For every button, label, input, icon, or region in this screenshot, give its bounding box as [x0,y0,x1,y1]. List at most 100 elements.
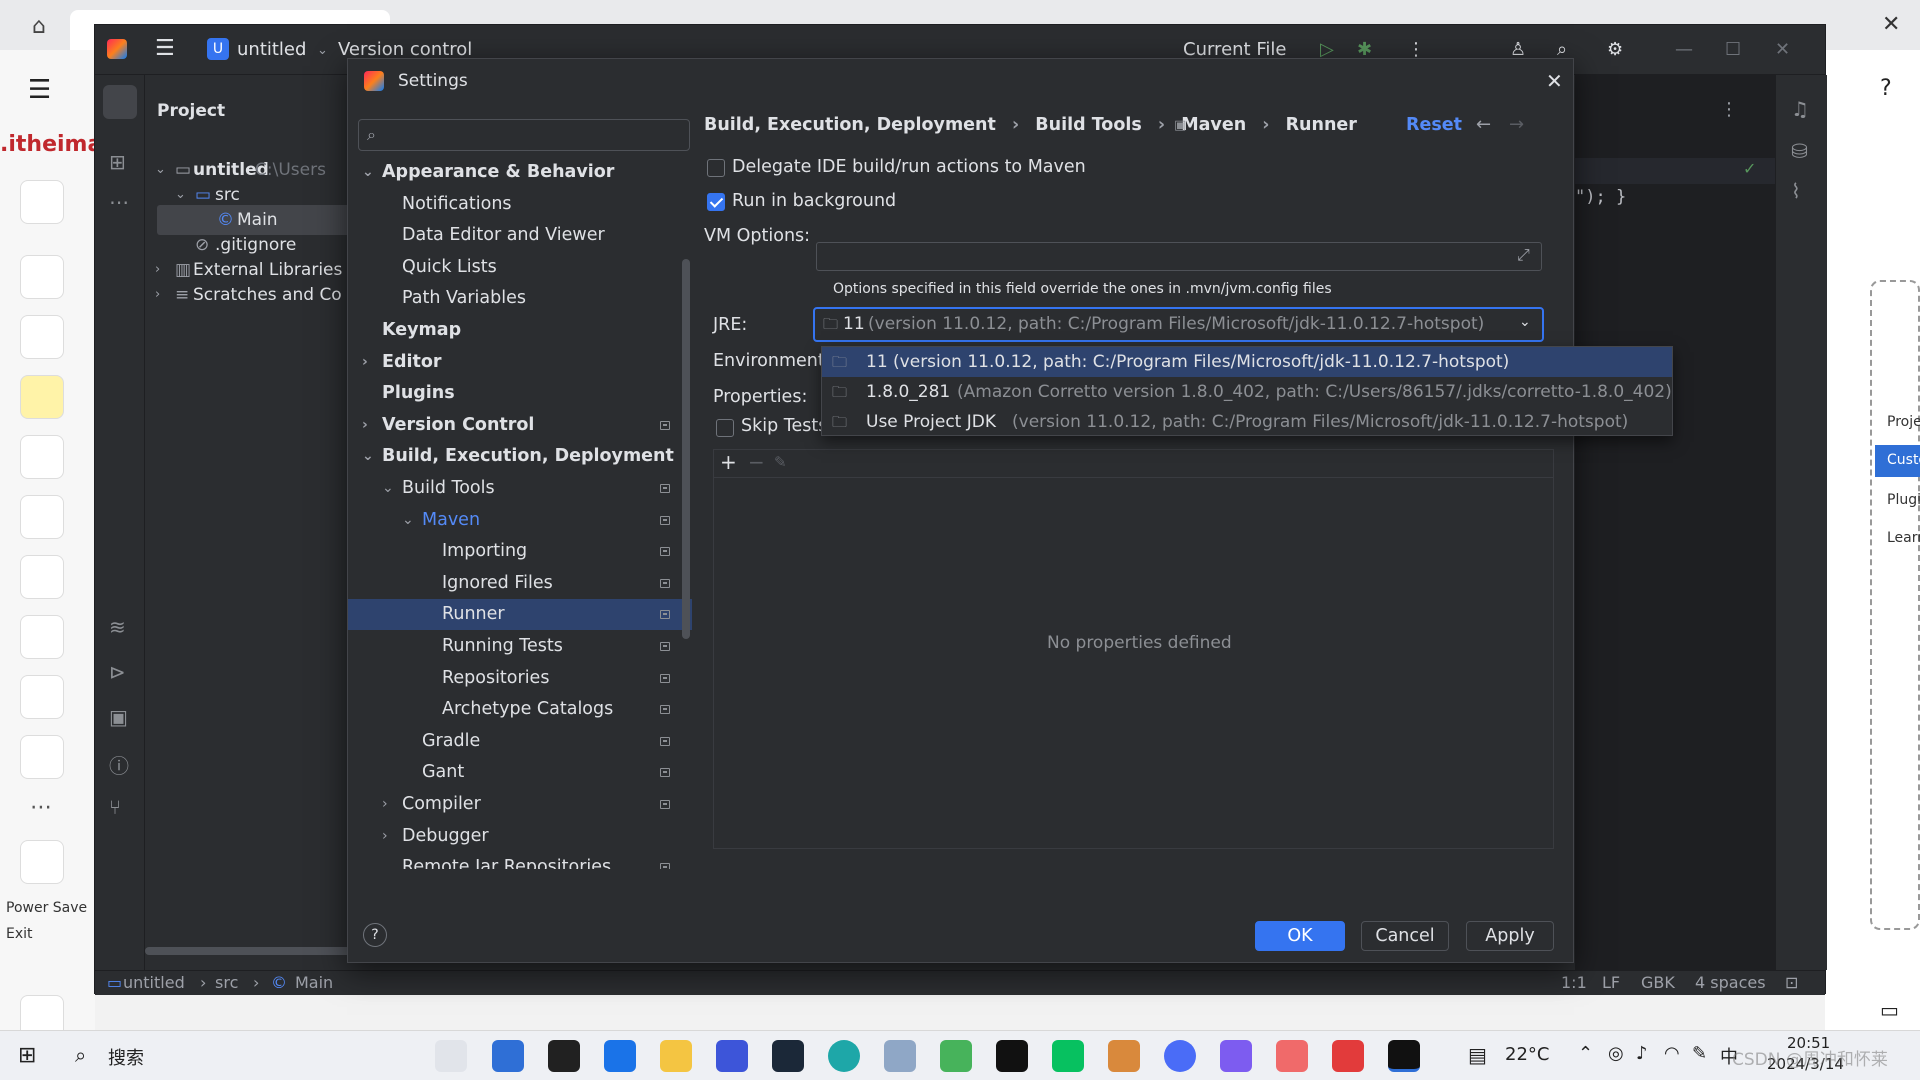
more-actions-icon[interactable]: ⋮ [1407,39,1425,60]
settings-tree-scrollbar[interactable] [682,259,690,639]
skip-tests-checkbox[interactable] [716,419,734,437]
git-icon[interactable]: ⑂ [109,795,121,819]
settings-tree-item[interactable]: Keymap [348,315,692,346]
jre-option[interactable]: 🗀 11 (version 11.0.12, path: C:/Program … [822,347,1672,377]
tiktok-icon[interactable] [996,1040,1028,1072]
shape-tool-icon[interactable] [20,180,64,224]
text-box-icon[interactable] [20,735,64,779]
chevron-down-icon[interactable]: ⌄ [362,441,374,472]
lock-icon[interactable]: ⊡ [1785,973,1798,992]
indent-setting[interactable]: 4 spaces [1695,973,1766,992]
window-close-icon[interactable]: ✕ [1775,39,1790,60]
skip-tests-label[interactable]: Skip Tests [741,416,827,436]
steam-icon[interactable] [772,1040,804,1072]
help-icon[interactable]: ? [1880,76,1892,101]
delegate-checkbox[interactable] [707,159,725,177]
settings-tree-item[interactable]: Importing [348,536,692,567]
chevron-right-icon[interactable]: › [382,821,388,852]
project-tool-icon[interactable] [103,85,137,119]
profiler-icon[interactable]: ⌇ [1791,179,1801,203]
sticky-note-icon[interactable] [20,375,64,419]
connector-icon[interactable] [20,555,64,599]
book-icon[interactable]: ▭ [1880,998,1899,1022]
chevron-down-icon[interactable]: ⌄ [402,505,414,536]
settings-tree-item[interactable]: ⌄ Appearance & Behavior [348,157,692,188]
crop-icon[interactable] [20,255,64,299]
edge-icon[interactable] [828,1040,860,1072]
settings-tree-item[interactable]: Quick Lists [348,252,692,283]
file-explorer-icon[interactable] [660,1040,692,1072]
services-icon[interactable]: ⊳ [109,660,126,684]
main-menu-icon[interactable]: ☰ [155,36,175,61]
layers-icon[interactable]: ≋ [109,615,126,639]
edit-icon[interactable]: ✎ [774,453,787,471]
tray-chevron-icon[interactable]: ⌃ [1578,1043,1593,1064]
line-separator[interactable]: LF [1602,973,1620,992]
cancel-button[interactable]: Cancel [1361,921,1449,951]
settings-tree-item[interactable]: Repositories [348,663,692,694]
mail-icon[interactable] [604,1040,636,1072]
vm-options-input[interactable]: ⤢ [816,242,1542,271]
taskbar-search[interactable]: 搜索 [108,1044,144,1070]
text-tool-icon[interactable] [20,315,64,359]
breadcrumb-build-tools[interactable]: Build Tools [1035,115,1142,135]
notifications-icon[interactable]: ♫ [1791,97,1809,121]
whiteboard-app-icon[interactable] [884,1040,916,1072]
settings-tree-item[interactable]: › Compiler [348,789,692,820]
run-config[interactable]: Current File [1183,39,1286,60]
temperature[interactable]: 22°C [1505,1044,1549,1065]
structure-icon[interactable]: ⊞ [109,150,126,174]
settings-tree-item[interactable]: Gradle [348,726,692,757]
dialog-close-icon[interactable]: ✕ [1546,69,1563,93]
vscode-icon[interactable] [716,1040,748,1072]
power-save-label[interactable]: Power Save [6,900,87,916]
pen-icon[interactable] [20,495,64,539]
browser-icon[interactable] [1164,1040,1196,1072]
intellij-taskbar-icon[interactable] [1388,1040,1420,1072]
bing-icon[interactable] [1220,1040,1252,1072]
chevron-right-icon[interactable]: › [362,347,368,378]
database-icon[interactable]: ⛁ [1791,139,1808,163]
problems-icon[interactable]: ⓘ [109,750,129,779]
close-icon[interactable]: ✕ [1882,12,1900,37]
settings-tree-item[interactable]: Plugins [348,378,692,409]
debug-icon[interactable]: ✱ [1357,39,1372,60]
chevron-down-icon[interactable]: ⌄ [382,473,394,504]
editor-code[interactable]: "); } [1575,187,1626,207]
jre-option[interactable]: 🗀 Use Project JDK (version 11.0.12, path… [822,407,1672,437]
settings-tree-item[interactable]: Running Tests [348,631,692,662]
wifi-icon[interactable]: ◠ [1664,1043,1680,1064]
game-icon[interactable] [1108,1040,1140,1072]
breadcrumb-maven[interactable]: Maven [1181,115,1246,135]
apply-button[interactable]: Apply [1466,921,1554,951]
status-breadcrumb-0[interactable]: untitled [123,973,185,992]
run-in-background-label[interactable]: Run in background [732,191,896,211]
jre-option[interactable]: 🗀 1.8.0_281 (Amazon Corretto version 1.8… [822,377,1672,407]
account-icon[interactable]: ♙ [1510,39,1526,60]
maximize-icon[interactable]: ☐ [1725,39,1741,60]
settings-tree-item[interactable]: ⌄ Build Tools [348,473,692,504]
chevron-right-icon[interactable]: › [382,789,388,820]
minimize-icon[interactable]: — [1675,39,1693,60]
settings-tree-item[interactable]: › Debugger [348,821,692,852]
breadcrumb-build[interactable]: Build, Execution, Deployment [704,115,996,135]
delegate-label[interactable]: Delegate IDE build/run actions to Maven [732,157,1086,177]
reset-link[interactable]: Reset [1406,115,1462,135]
nvidia-icon[interactable] [548,1040,580,1072]
settings-search-input[interactable]: ⌕ [358,119,690,151]
settings-tree-item[interactable]: Gant [348,757,692,788]
remove-icon[interactable]: − [748,450,765,474]
project-name[interactable]: untitled [237,39,306,60]
volume-icon[interactable]: ♪ [1636,1043,1648,1064]
settings-tree-item[interactable]: Runner [348,599,692,631]
jre-combobox[interactable]: 🗀 11 (version 11.0.12, path: C:/Program … [813,307,1544,342]
settings-tree-item[interactable]: Data Editor and Viewer [348,220,692,251]
store-icon[interactable] [492,1040,524,1072]
settings-tree-item[interactable]: Remote Jar Repositories [348,852,692,869]
bg-label-learn[interactable]: Learn [1887,530,1920,546]
bg-label-customize[interactable]: Custo [1887,452,1920,468]
forward-arrow-icon[interactable]: → [1509,114,1524,135]
bg-label-plugins[interactable]: Plugi [1887,492,1920,508]
exit-label[interactable]: Exit [6,926,33,942]
settings-tree-item[interactable]: Ignored Files [348,568,692,599]
